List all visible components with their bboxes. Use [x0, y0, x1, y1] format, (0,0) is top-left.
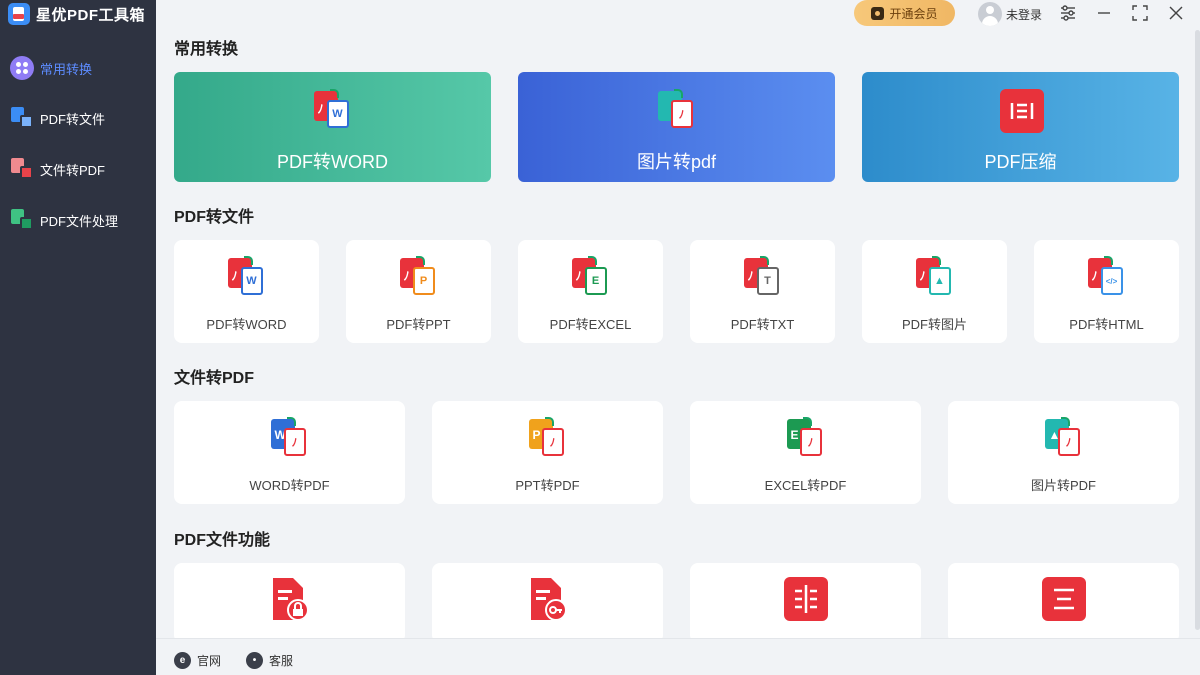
- sidebar-item-pdf-processing[interactable]: PDF文件处理: [0, 202, 156, 238]
- pdf-to-excel-icon: ﾉE: [568, 254, 614, 300]
- section-title-file-to-pdf: 文件转PDF: [174, 370, 255, 387]
- customer-service-link[interactable]: • 客服: [246, 652, 293, 669]
- close-button[interactable]: [1166, 3, 1186, 23]
- section-title-pdf-to-file: PDF转文件: [174, 209, 255, 226]
- pdf-to-file-icon: [10, 106, 34, 130]
- minimize-icon: [1098, 12, 1110, 14]
- card-pdf-merge[interactable]: [948, 563, 1179, 643]
- pdf-to-txt-icon: ﾉT: [740, 254, 786, 300]
- image-to-pdf-icon: ▲ ﾉ: [1041, 415, 1087, 461]
- crown-icon: [871, 6, 885, 20]
- sidebar: 星优PDF工具箱 常用转换 PDF转文件 文件转PDF PDF文件处理: [0, 0, 156, 675]
- sidebar-item-file-to-pdf[interactable]: 文件转PDF: [0, 151, 156, 187]
- pdf-processing-icon: [10, 208, 34, 232]
- vip-label: 开通会员: [889, 6, 938, 21]
- website-link[interactable]: e 官网: [174, 652, 221, 669]
- pdf-to-html-icon: ﾉ </>: [1084, 254, 1130, 300]
- close-icon: [1169, 6, 1183, 20]
- card-title: PDF转图片: [901, 317, 967, 332]
- pdf-to-word-icon: ﾉW: [224, 254, 270, 300]
- minimize-button[interactable]: [1094, 3, 1114, 23]
- card-title: WORD转PDF: [249, 478, 330, 493]
- pdf-to-word-icon: ﾉ W: [310, 87, 356, 133]
- card-title: PPT转PDF: [515, 478, 580, 493]
- card-pdf-to-excel[interactable]: ﾉE PDF转EXCEL: [518, 240, 663, 343]
- card-image-to-pdf-large[interactable]: ﾉ 图片转pdf: [518, 72, 835, 182]
- user-login[interactable]: 未登录: [978, 2, 1042, 26]
- sidebar-item-label: 文件转PDF: [40, 162, 106, 178]
- scrollbar[interactable]: [1195, 30, 1200, 630]
- card-title: PDF转TXT: [730, 317, 795, 332]
- pdf-merge-icon: [1041, 576, 1087, 622]
- card-pdf-to-html[interactable]: ﾉ </> PDF转HTML: [1034, 240, 1179, 343]
- chat-icon: •: [246, 652, 263, 669]
- card-title: 图片转PDF: [1030, 478, 1096, 493]
- settings-button[interactable]: [1058, 3, 1078, 23]
- vip-button[interactable]: 开通会员: [854, 0, 955, 26]
- maximize-button[interactable]: [1130, 3, 1150, 23]
- card-excel-to-pdf[interactable]: Eﾉ EXCEL转PDF: [690, 401, 921, 504]
- website-label: 官网: [197, 654, 222, 668]
- pdf-decrypt-icon: [525, 576, 571, 622]
- card-title: PDF压缩: [984, 152, 1057, 172]
- card-title: PDF转EXCEL: [549, 317, 632, 332]
- sidebar-item-label: PDF文件处理: [40, 213, 119, 229]
- app-brand: 星优PDF工具箱: [8, 3, 145, 25]
- sliders-icon: [1061, 5, 1075, 21]
- card-pdf-split[interactable]: [690, 563, 921, 643]
- card-pdf-to-word-large[interactable]: ﾉ W PDF转WORD: [174, 72, 491, 182]
- card-pdf-to-txt[interactable]: ﾉT PDF转TXT: [690, 240, 835, 343]
- app-logo-icon: [8, 3, 30, 25]
- file-to-pdf-icon: [10, 157, 34, 181]
- card-pdf-compress-large[interactable]: PDF压缩: [862, 72, 1179, 182]
- card-title: PDF转WORD: [277, 152, 388, 172]
- card-title: PDF转WORD: [206, 317, 287, 332]
- section-title-pdf-functions: PDF文件功能: [174, 532, 271, 549]
- pdf-encrypt-icon: [267, 576, 313, 622]
- avatar-icon: [978, 2, 1002, 26]
- pdf-to-image-icon: ﾉ ▲: [912, 254, 958, 300]
- app-title: 星优PDF工具箱: [36, 6, 146, 24]
- excel-to-pdf-icon: Eﾉ: [783, 415, 829, 461]
- service-label: 客服: [269, 654, 294, 668]
- card-word-to-pdf[interactable]: Wﾉ WORD转PDF: [174, 401, 405, 504]
- card-title: 图片转pdf: [636, 152, 717, 172]
- card-pdf-to-image[interactable]: ﾉ ▲ PDF转图片: [862, 240, 1007, 343]
- user-label: 未登录: [1006, 7, 1043, 22]
- section-title-common: 常用转换: [174, 41, 239, 58]
- pdf-to-ppt-icon: ﾉP: [396, 254, 442, 300]
- card-pdf-to-ppt[interactable]: ﾉP PDF转PPT: [346, 240, 491, 343]
- sidebar-item-label: PDF转文件: [40, 111, 106, 127]
- card-image-to-pdf[interactable]: ▲ ﾉ 图片转PDF: [948, 401, 1179, 504]
- pdf-split-icon: [783, 576, 829, 622]
- card-pdf-encrypt[interactable]: [174, 563, 405, 643]
- word-to-pdf-icon: Wﾉ: [267, 415, 313, 461]
- image-to-pdf-icon: ﾉ: [654, 87, 700, 133]
- sidebar-item-common[interactable]: 常用转换: [0, 50, 156, 86]
- ppt-to-pdf-icon: Pﾉ: [525, 415, 571, 461]
- card-title: PDF转HTML: [1069, 317, 1144, 332]
- pdf-compress-icon: [998, 87, 1044, 133]
- card-pdf-decrypt[interactable]: [432, 563, 663, 643]
- footer-bar: e 官网 • 客服: [156, 638, 1200, 675]
- sidebar-item-label: 常用转换: [40, 61, 93, 77]
- card-ppt-to-pdf[interactable]: Pﾉ PPT转PDF: [432, 401, 663, 504]
- grid-icon: [10, 56, 34, 80]
- card-title: EXCEL转PDF: [764, 478, 847, 493]
- sidebar-item-pdf-to-file[interactable]: PDF转文件: [0, 100, 156, 136]
- card-pdf-to-word[interactable]: ﾉW PDF转WORD: [174, 240, 319, 343]
- maximize-icon: [1132, 5, 1148, 21]
- card-title: PDF转PPT: [386, 317, 451, 332]
- globe-icon: e: [174, 652, 191, 669]
